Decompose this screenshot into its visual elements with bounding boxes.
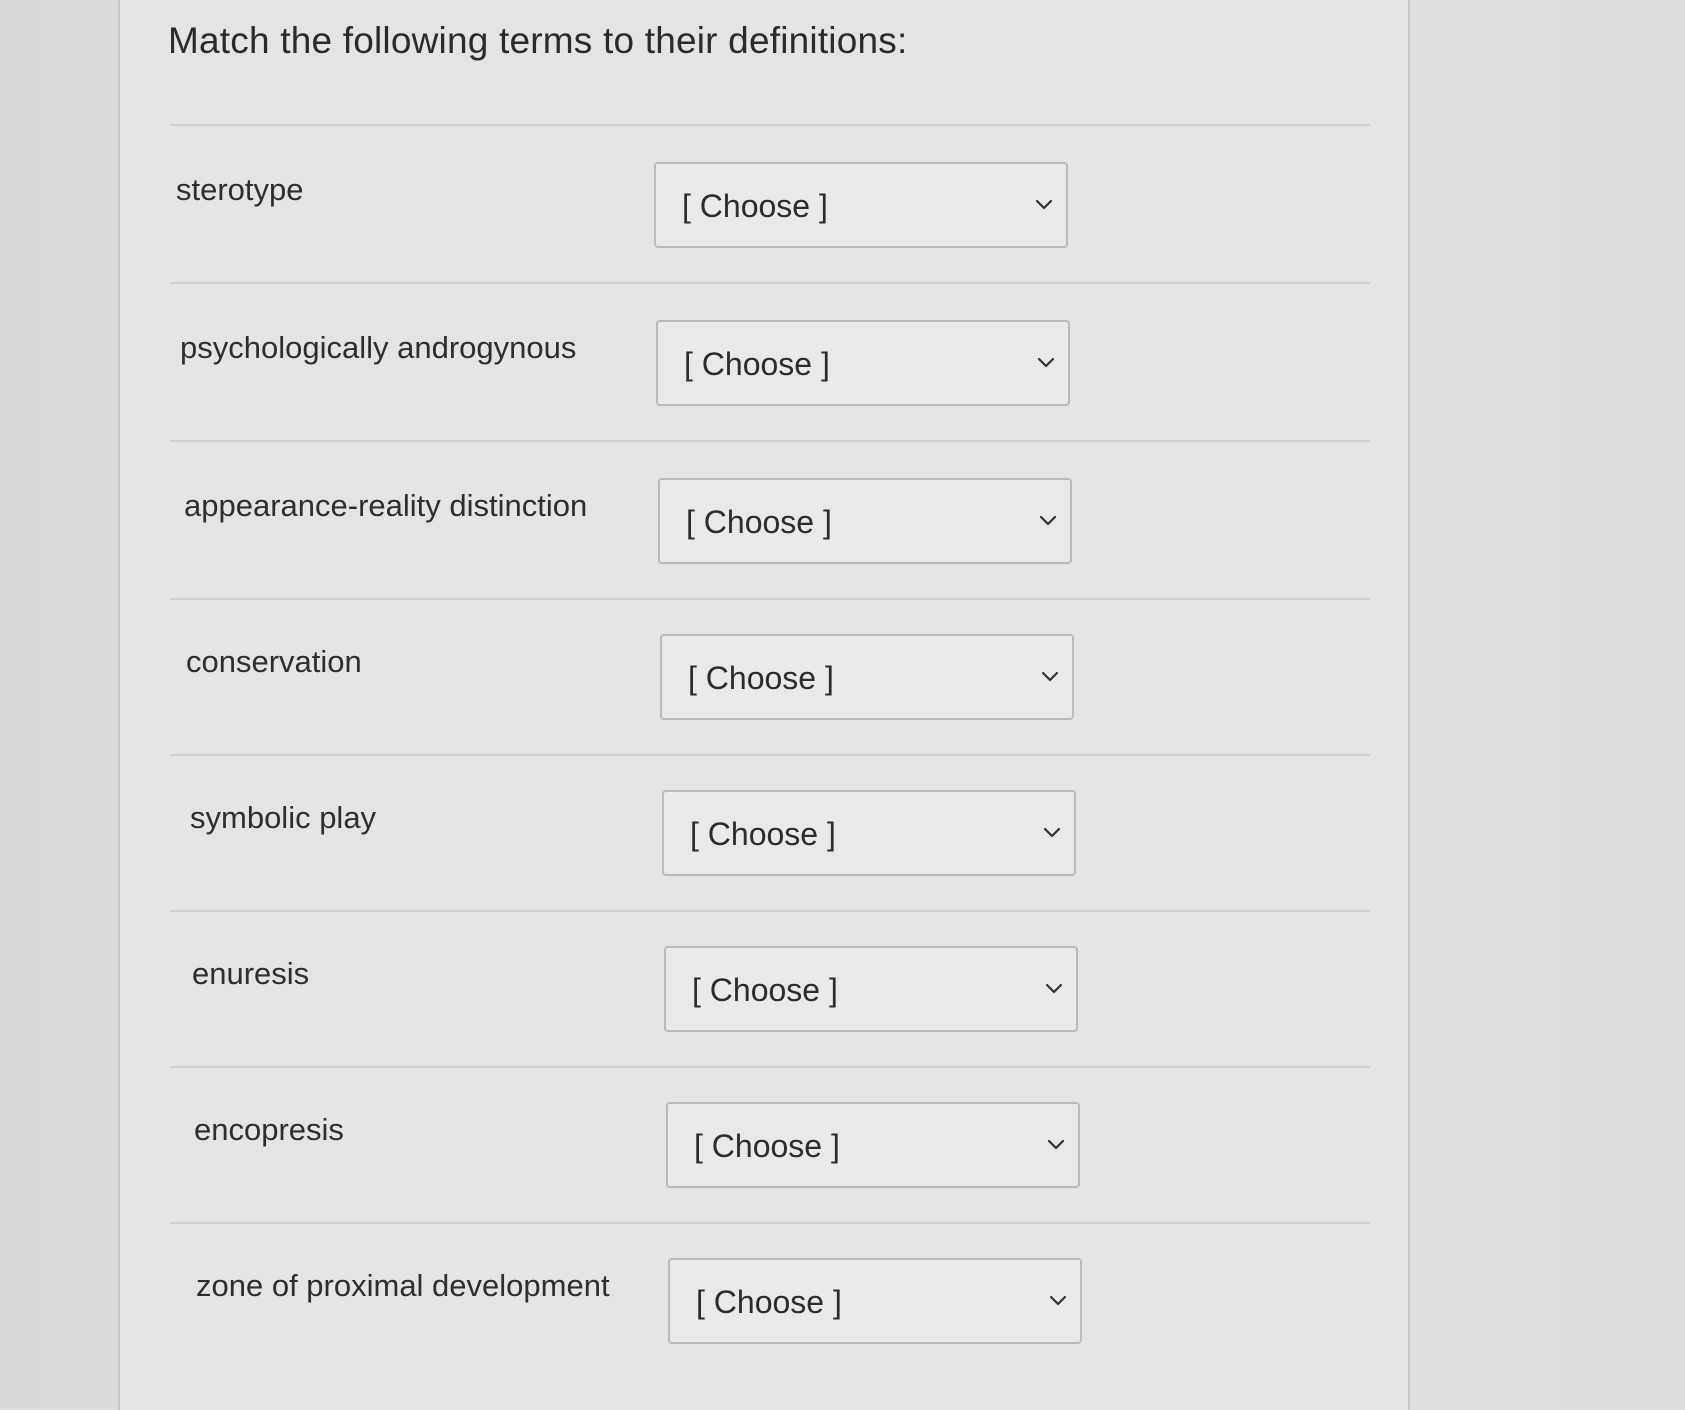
dropdown-selected-value: [ Choose ]	[690, 816, 836, 852]
term-label: conservation	[186, 644, 362, 679]
dropdown-selected-value: [ Choose ]	[696, 1284, 842, 1320]
divider	[170, 754, 1370, 756]
term-label: appearance-reality distinction	[184, 488, 588, 523]
term-label: sterotype	[176, 172, 304, 207]
answer-dropdown[interactable]: [ Choose ]	[656, 320, 1070, 406]
chevron-down-icon	[1035, 199, 1053, 210]
term-label: symbolic play	[190, 800, 377, 835]
answer-dropdown[interactable]: [ Choose ]	[664, 946, 1078, 1032]
answer-dropdown[interactable]: [ Choose ]	[668, 1258, 1082, 1344]
answer-dropdown[interactable]: [ Choose ]	[666, 1102, 1080, 1188]
match-row: psychologically androgynous [ Choose ]	[120, 320, 1410, 410]
match-row: zone of proximal development [ Choose ]	[120, 1258, 1410, 1348]
chevron-down-icon	[1043, 827, 1061, 838]
match-row: encopresis [ Choose ]	[120, 1102, 1410, 1192]
dropdown-selected-value: [ Choose ]	[694, 1128, 840, 1164]
term-label: enuresis	[192, 956, 310, 991]
chevron-down-icon	[1041, 671, 1059, 682]
dropdown-selected-value: [ Choose ]	[688, 660, 834, 696]
dropdown-selected-value: [ Choose ]	[684, 346, 830, 382]
chevron-down-icon	[1039, 515, 1057, 526]
divider	[170, 440, 1370, 442]
quiz-question-panel: Match the following terms to their defin…	[118, 0, 1410, 1410]
match-row: enuresis [ Choose ]	[120, 946, 1410, 1036]
dropdown-selected-value: [ Choose ]	[686, 504, 832, 540]
answer-dropdown[interactable]: [ Choose ]	[658, 478, 1072, 564]
divider	[170, 282, 1370, 284]
chevron-down-icon	[1049, 1295, 1067, 1306]
answer-dropdown[interactable]: [ Choose ]	[660, 634, 1074, 720]
answer-dropdown[interactable]: [ Choose ]	[662, 790, 1076, 876]
divider	[170, 1222, 1370, 1224]
chevron-down-icon	[1047, 1139, 1065, 1150]
divider	[170, 124, 1370, 126]
divider	[170, 598, 1370, 600]
term-label: encopresis	[194, 1112, 344, 1147]
question-prompt: Match the following terms to their defin…	[168, 20, 908, 61]
chevron-down-icon	[1037, 357, 1055, 368]
match-row: appearance-reality distinction [ Choose …	[120, 478, 1410, 568]
match-row: symbolic play [ Choose ]	[120, 790, 1410, 880]
match-row: sterotype [ Choose ]	[120, 162, 1410, 252]
dropdown-selected-value: [ Choose ]	[682, 188, 828, 224]
dropdown-selected-value: [ Choose ]	[692, 972, 838, 1008]
answer-dropdown[interactable]: [ Choose ]	[654, 162, 1068, 248]
chevron-down-icon	[1045, 983, 1063, 994]
match-row: conservation [ Choose ]	[120, 634, 1410, 724]
divider	[170, 910, 1370, 912]
term-label: psychologically androgynous	[180, 330, 577, 365]
divider	[170, 1066, 1370, 1068]
term-label: zone of proximal development	[196, 1268, 610, 1303]
